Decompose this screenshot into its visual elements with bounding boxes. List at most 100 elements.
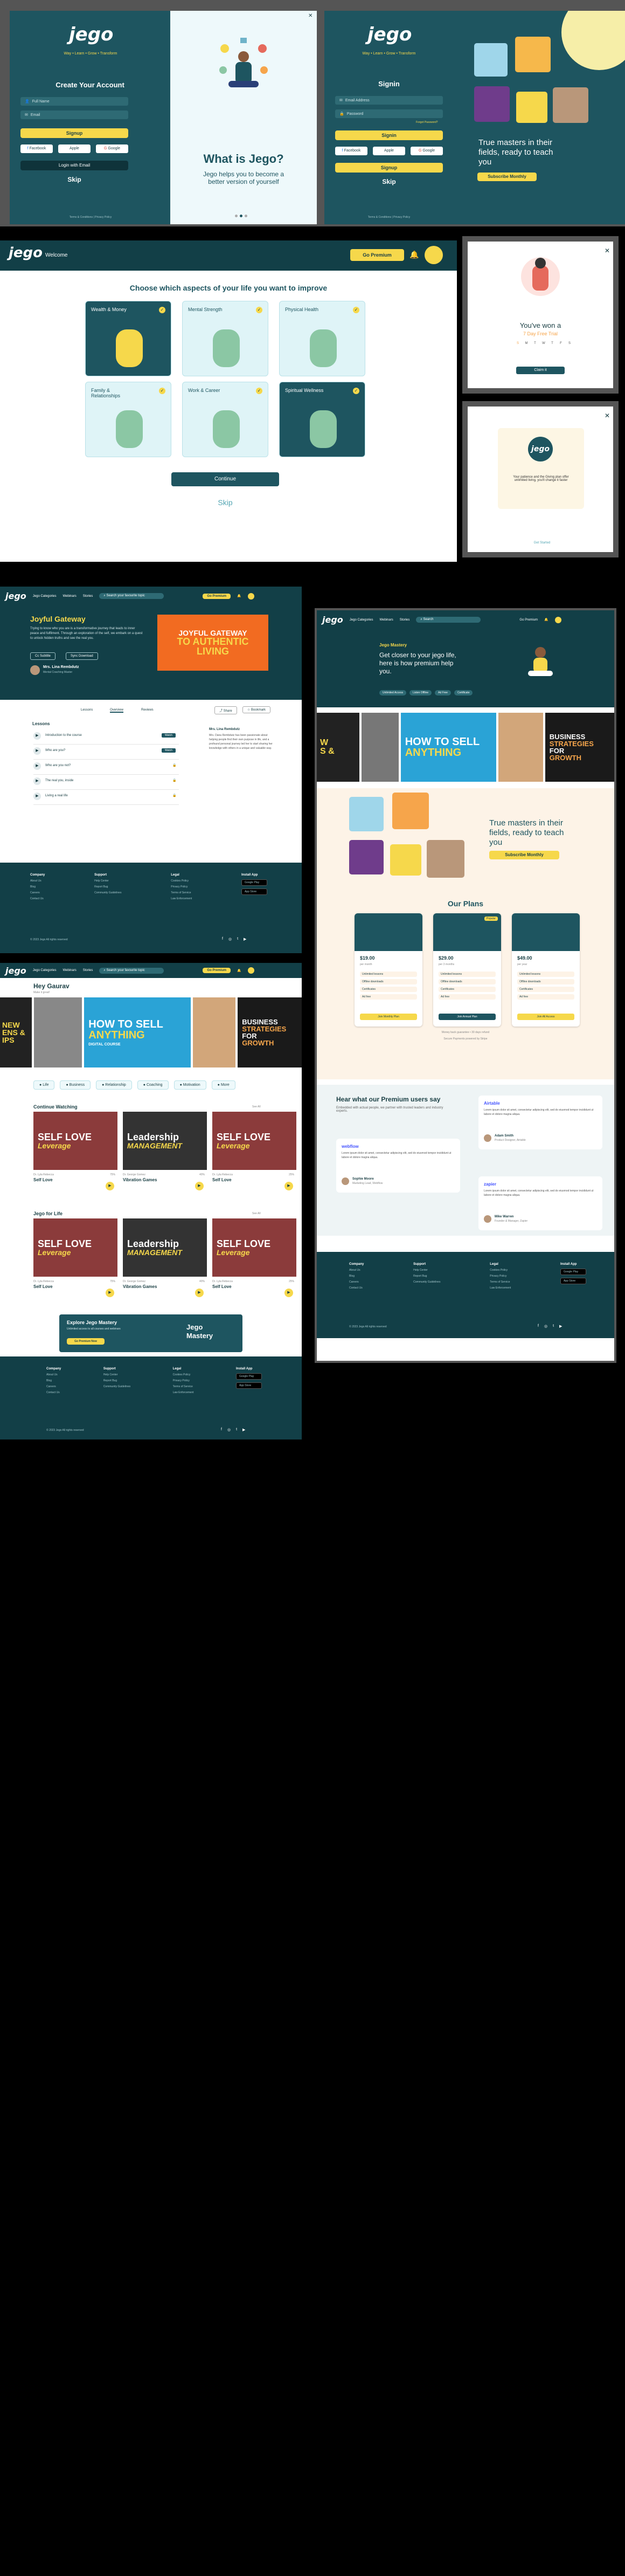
footer-link[interactable]: Blog: [30, 885, 45, 888]
store-badge[interactable]: App Store: [560, 1278, 586, 1284]
store-badge[interactable]: Google Play: [241, 879, 267, 886]
facebook-icon[interactable]: f: [538, 1324, 539, 1328]
skip-link[interactable]: Skip: [378, 178, 400, 185]
subscribe-button[interactable]: Subscribe Monthly: [477, 173, 537, 181]
aspect-card[interactable]: Wealth & Money ✓: [85, 301, 171, 376]
search-input[interactable]: ⌕ Search your favourite topic: [99, 967, 164, 974]
go-premium-button[interactable]: Go Premium: [203, 968, 231, 973]
download-button[interactable]: Sync Download: [66, 652, 98, 660]
banner-card[interactable]: BUSINESS STRATEGIES FOR GROWTH: [238, 997, 302, 1067]
banner-card[interactable]: [193, 997, 236, 1067]
footer-link[interactable]: Terms of Service: [490, 1280, 511, 1284]
instagram-icon[interactable]: ◎: [544, 1324, 547, 1328]
banner-card[interactable]: [498, 713, 543, 782]
close-icon[interactable]: ✕: [605, 412, 610, 419]
watch-button[interactable]: Watch: [162, 748, 176, 753]
facebook-button[interactable]: f Facebook: [335, 147, 367, 155]
login-email-button[interactable]: Login with Email: [20, 161, 128, 170]
course-card[interactable]: SELF LOVE Leverage Dr. Lyla Rebecca Self Lo…: [33, 1218, 117, 1308]
aspect-card[interactable]: Family & Relationships ✓: [85, 382, 171, 457]
subscribe-button[interactable]: Subscribe Monthly: [489, 851, 559, 859]
banner-card[interactable]: WS &: [317, 713, 359, 782]
app-logo[interactable]: jego: [5, 966, 26, 976]
youtube-icon[interactable]: ▶: [559, 1324, 562, 1328]
course-card[interactable]: SELF LOVE Leverage Dr. Lyla Rebecca Self Lo…: [212, 1112, 296, 1201]
nav-stories[interactable]: Stories: [400, 618, 410, 622]
category-chip[interactable]: ● Motivation: [173, 1080, 206, 1090]
store-badge[interactable]: App Store: [241, 888, 267, 895]
store-badge[interactable]: Google Play: [235, 1373, 262, 1380]
footer-link[interactable]: Blog: [349, 1275, 364, 1278]
play-icon[interactable]: ▶: [284, 1182, 293, 1190]
share-button[interactable]: ⤴ Share: [214, 706, 237, 714]
signin-button[interactable]: Signin: [335, 130, 443, 140]
search-input[interactable]: ⌕ Search your favourite topic: [99, 593, 164, 599]
footer-link[interactable]: About Us: [46, 1373, 61, 1376]
footer-link[interactable]: Help Center: [413, 1269, 440, 1272]
youtube-icon[interactable]: ▶: [242, 1428, 245, 1432]
apple-button[interactable]: Apple: [58, 144, 91, 153]
signup-button[interactable]: Signup: [20, 128, 128, 138]
nav-welcome[interactable]: Welcome: [45, 252, 68, 258]
lesson-title[interactable]: The real you, inside: [45, 779, 73, 782]
signin-footer-links[interactable]: Terms & Conditions | Privacy Policy: [341, 216, 438, 219]
app-logo[interactable]: jego: [5, 591, 26, 601]
signup-footer-links[interactable]: Terms & Conditions | Privacy Policy: [42, 216, 139, 219]
footer-link[interactable]: Terms of Service: [171, 891, 192, 894]
twitter-icon[interactable]: t: [236, 1428, 237, 1432]
footer-link[interactable]: Terms of Service: [173, 1385, 194, 1388]
youtube-icon[interactable]: ▶: [244, 937, 246, 941]
carousel-dots[interactable]: [235, 215, 252, 217]
footer-link[interactable]: Law Enforcement: [490, 1286, 511, 1290]
footer-link[interactable]: Community Guidelines: [103, 1385, 130, 1388]
category-chip[interactable]: ● More: [211, 1080, 235, 1090]
aspect-card[interactable]: Physical Health ✓: [279, 301, 365, 376]
bell-icon[interactable]: 🔔: [409, 250, 419, 259]
lesson-title[interactable]: Who are you not?: [45, 764, 71, 767]
get-started-link[interactable]: Get Started: [526, 541, 558, 545]
tab-reviews[interactable]: Reviews: [141, 708, 154, 712]
facebook-icon[interactable]: f: [221, 1428, 222, 1432]
lesson-title[interactable]: Living a real life: [45, 794, 68, 797]
category-chip[interactable]: ● Relationship: [96, 1080, 132, 1090]
tab-overview[interactable]: Overview: [110, 708, 124, 713]
lesson-title[interactable]: Introduction to the course: [45, 734, 82, 737]
skip-link[interactable]: Skip: [214, 498, 236, 507]
footer-link[interactable]: Community Guidelines: [94, 891, 121, 894]
go-premium-button[interactable]: Go Premium: [203, 593, 231, 599]
facebook-icon[interactable]: f: [222, 937, 223, 941]
footer-link[interactable]: Report Bug: [94, 885, 121, 888]
google-button[interactable]: G Google: [96, 144, 128, 153]
instagram-icon[interactable]: ◎: [228, 937, 232, 941]
play-icon[interactable]: ▶: [195, 1182, 204, 1190]
footer-link[interactable]: Careers: [46, 1385, 61, 1388]
course-card[interactable]: Leadership MANAGEMENT Dr. George Gomez Vibr…: [123, 1112, 207, 1201]
category-chip[interactable]: ● Coaching: [137, 1080, 169, 1090]
app-logo[interactable]: jego: [322, 615, 343, 625]
search-input[interactable]: ⌕ Search: [416, 617, 481, 623]
course-card[interactable]: SELF LOVE Leverage Dr. Lyla Rebecca Self Lo…: [33, 1112, 117, 1201]
skip-link[interactable]: Skip: [64, 176, 85, 183]
continue-button[interactable]: Continue: [171, 472, 279, 486]
play-icon[interactable]: ▶: [106, 1289, 114, 1297]
banner-card[interactable]: [34, 997, 82, 1067]
nav-stories[interactable]: Stories: [83, 595, 93, 598]
bell-icon[interactable]: 🔔: [544, 618, 548, 622]
banner-card[interactable]: HOW TO SELL ANYTHING DIGITAL COURSE: [84, 997, 191, 1067]
footer-link[interactable]: Law Enforcement: [171, 897, 192, 900]
nav-categories[interactable]: Jego Categories: [33, 969, 57, 972]
category-chip[interactable]: ● Life: [33, 1080, 55, 1090]
category-chip[interactable]: ● Business: [60, 1080, 91, 1090]
play-icon[interactable]: ▶: [33, 747, 41, 755]
apple-button[interactable]: Apple: [373, 147, 405, 155]
nav-categories[interactable]: Jego Categories: [350, 618, 373, 622]
footer-link[interactable]: About Us: [30, 879, 45, 883]
tab-lessons[interactable]: Lessons: [81, 708, 93, 712]
footer-link[interactable]: Privacy Policy: [173, 1379, 194, 1382]
aspect-card[interactable]: Spiritual Wellness ✓: [279, 382, 365, 457]
play-icon[interactable]: ▶: [106, 1182, 114, 1190]
nav-webinars[interactable]: Webinars: [379, 618, 393, 622]
aspect-card[interactable]: Mental Strength ✓: [182, 301, 268, 376]
watch-button[interactable]: Watch: [162, 733, 176, 738]
course-card[interactable]: SELF LOVE Leverage Dr. Lyla Rebecca Self Lo…: [212, 1218, 296, 1308]
